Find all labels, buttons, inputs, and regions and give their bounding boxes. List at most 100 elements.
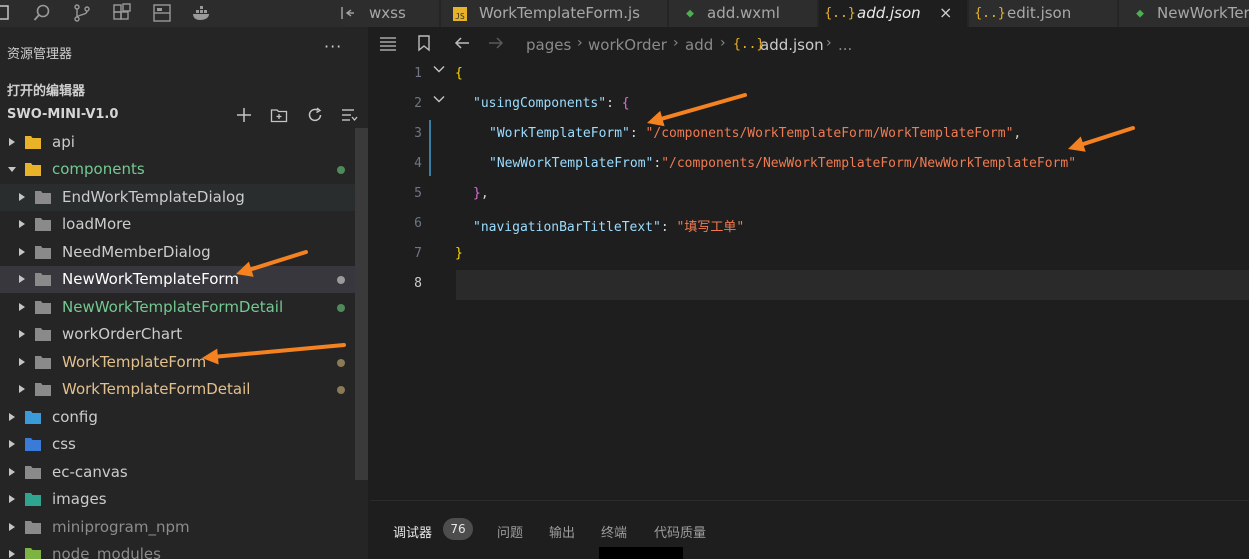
open-editors-section[interactable]: 打开的编辑器 — [7, 80, 85, 99]
code-line[interactable]: 2 "usingComponents": { — [370, 90, 1249, 120]
tab-problems[interactable]: 问题 — [497, 522, 523, 541]
git-status-dot — [337, 359, 345, 367]
tree-item[interactable]: api — [0, 129, 368, 156]
tab-label: edit.json — [1007, 4, 1072, 22]
editor-tab-bar: wxss JS WorkTemplateForm.js ◆ add.wxml {..} ad… — [341, 0, 1249, 27]
chevron-right-icon[interactable] — [8, 549, 16, 559]
tree-item[interactable]: EndWorkTemplateDialog — [0, 184, 368, 211]
tab-terminal[interactable]: 终端 — [601, 522, 627, 541]
chevron-right-icon[interactable] — [18, 247, 26, 257]
tree-item[interactable]: images — [0, 486, 368, 513]
code-token: : — [629, 126, 646, 141]
tree-item[interactable]: NewWorkTemplateFormDetail — [0, 294, 368, 321]
docker-icon[interactable] — [191, 2, 213, 24]
fold-chevron-icon[interactable] — [433, 63, 445, 75]
explorer-icon[interactable] — [0, 2, 16, 24]
tree-item[interactable]: config — [0, 404, 368, 431]
line-number: 1 — [414, 66, 422, 81]
code-token: "NewWorkTemplateFrom" — [489, 156, 654, 171]
breadcrumb-item-ellipsis[interactable]: ... — [838, 36, 852, 54]
chevron-down-icon[interactable] — [8, 164, 16, 174]
split-icon — [338, 4, 356, 22]
breadcrumb-item-workorder[interactable]: workOrder — [588, 36, 667, 54]
breadcrumb-item-add[interactable]: add — [685, 36, 713, 54]
source-control-icon[interactable] — [71, 2, 93, 24]
code-editor[interactable]: 1{2 "usingComponents": {3 "WorkTemplateFor… — [370, 60, 1249, 500]
project-section-header[interactable]: SWO-MINI-V1.0 — [0, 104, 368, 126]
chevron-right-icon[interactable] — [8, 494, 16, 504]
code-text: "NewWorkTemplateFrom":"/components/NewWo… — [489, 156, 1076, 171]
tab-debugger[interactable]: 调试器 — [393, 522, 432, 541]
bookmark-icon[interactable] — [416, 34, 432, 52]
tree-item-label: EndWorkTemplateDialog — [62, 188, 245, 206]
collapse-all-icon[interactable] — [339, 105, 359, 125]
chevron-right-icon[interactable] — [8, 439, 16, 449]
tab-code-quality[interactable]: 代码质量 — [654, 522, 706, 541]
tab-label: add.wxml — [707, 4, 780, 22]
js-file-icon: JS — [453, 7, 467, 21]
code-line[interactable]: 3 "WorkTemplateForm": "/components/WorkTe… — [370, 120, 1249, 150]
tree-item[interactable]: loadMore — [0, 211, 368, 238]
tree-item[interactable]: NeedMemberDialog — [0, 239, 368, 266]
project-name: SWO-MINI-V1.0 — [7, 107, 119, 122]
code-line[interactable]: 1{ — [370, 60, 1249, 90]
chevron-right-icon[interactable] — [18, 192, 26, 202]
chevron-right-icon[interactable] — [18, 357, 26, 367]
chevron-right-icon[interactable] — [8, 412, 16, 422]
code-line[interactable]: 7} — [370, 240, 1249, 270]
code-line[interactable]: 4 "NewWorkTemplateFrom":"/components/NewW… — [370, 150, 1249, 180]
chevron-right-icon[interactable] — [18, 274, 26, 284]
breadcrumb-item-file[interactable]: add.json — [760, 36, 824, 54]
tab-output[interactable]: 输出 — [549, 522, 575, 541]
tree-item[interactable]: ec-canvas — [0, 459, 368, 486]
tree-item[interactable]: css — [0, 431, 368, 458]
tree-item[interactable]: node_modules — [0, 541, 368, 559]
forward-arrow-icon[interactable] — [487, 34, 505, 52]
tab-edit-json[interactable]: {..} edit.json — [969, 0, 1118, 27]
chevron-right-icon[interactable] — [8, 522, 16, 532]
tree-item-label: loadMore — [62, 215, 132, 233]
tab-label: NewWorkTer — [1157, 4, 1249, 22]
tree-item[interactable]: WorkTemplateFormDetail — [0, 376, 368, 403]
refresh-icon[interactable] — [305, 105, 325, 125]
tab-newworkter[interactable]: ◆ NewWorkTer — [1119, 0, 1249, 27]
code-line[interactable]: 6 "navigationBarTitleText": "填写工单" — [370, 210, 1249, 240]
tree-item[interactable]: components — [0, 156, 368, 183]
chevron-right-icon[interactable] — [8, 467, 16, 477]
problem-count-badge: 76 — [443, 518, 473, 540]
fold-chevron-icon[interactable] — [433, 93, 445, 105]
tree-item[interactable]: miniprogram_npm — [0, 514, 368, 541]
tree-item[interactable]: NewWorkTemplateForm — [0, 266, 368, 293]
chevron-right-icon[interactable] — [18, 219, 26, 229]
chevron-right-icon[interactable] — [18, 384, 26, 394]
close-icon[interactable]: × — [939, 3, 952, 22]
chevron-right-icon[interactable] — [8, 137, 16, 147]
tree-item[interactable]: WorkTemplateForm — [0, 349, 368, 376]
tab-add-json[interactable]: {..} add.json × — [819, 0, 968, 27]
tree-item[interactable]: workOrderChart — [0, 321, 368, 348]
tab-add-wxml[interactable]: ◆ add.wxml — [669, 0, 818, 27]
new-file-icon[interactable] — [234, 105, 254, 125]
sidebar-scrollbar[interactable] — [355, 128, 368, 480]
tree-item-label: workOrderChart — [62, 325, 183, 343]
tab-wxss[interactable]: wxss — [341, 0, 440, 27]
folder-icon — [35, 356, 51, 369]
chevron-right-icon[interactable] — [18, 302, 26, 312]
outline-icon[interactable] — [378, 34, 398, 52]
back-arrow-icon[interactable] — [453, 34, 471, 52]
folder-icon — [25, 466, 41, 479]
breadcrumb: pages › workOrder › add › {..} add.json … — [370, 27, 1249, 60]
code-line[interactable]: 5}, — [370, 180, 1249, 210]
new-folder-icon[interactable] — [269, 105, 289, 125]
tab-worktemplateform-js[interactable]: JS WorkTemplateForm.js — [441, 0, 668, 27]
more-actions-icon[interactable]: ··· — [324, 37, 342, 56]
tree-item-label: NewWorkTemplateForm — [62, 270, 239, 288]
folder-icon — [35, 191, 51, 204]
code-token: "usingComponents" — [473, 96, 607, 111]
breadcrumb-item-pages[interactable]: pages — [526, 36, 571, 54]
search-icon[interactable] — [31, 2, 53, 24]
extensions-icon[interactable] — [111, 2, 133, 24]
chevron-right-icon[interactable] — [18, 329, 26, 339]
layout-icon[interactable] — [151, 2, 173, 24]
code-line[interactable]: 8 — [414, 270, 1249, 300]
